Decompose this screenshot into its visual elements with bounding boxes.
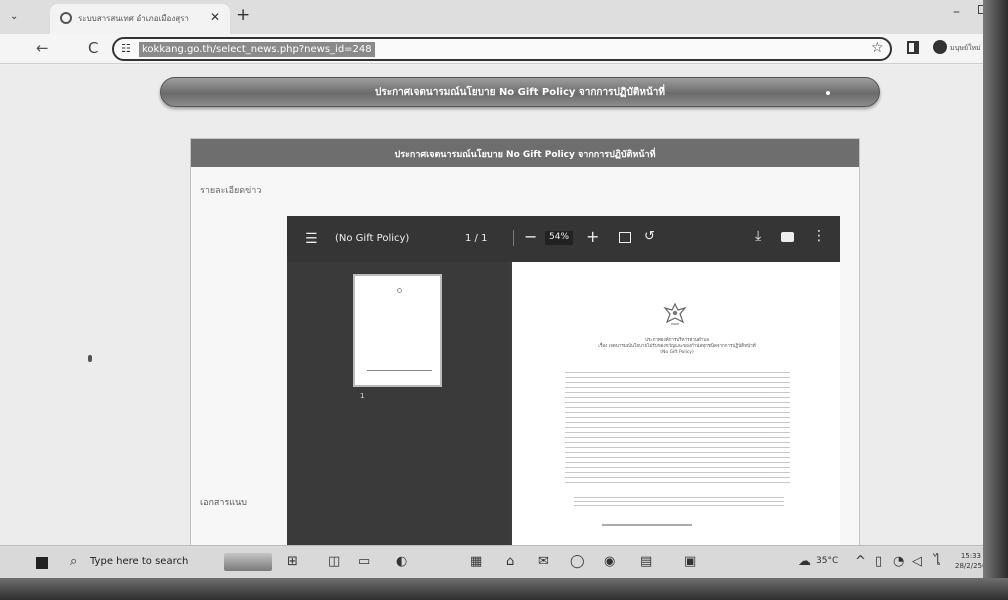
photos-icon[interactable]: ▤ [640,555,652,569]
address-bar[interactable]: ☷ kokkang.go.th/select_news.php?news_id=… [112,37,892,61]
opera-icon[interactable]: ◯ [570,555,585,569]
widgets-icon[interactable]: ◫ [328,555,340,569]
task-view-icon[interactable]: ⊞ [287,555,298,569]
page-viewport: ประกาศเจตนารมณ์นโยบาย No Gift Policy จาก… [0,65,983,549]
chrome-icon[interactable]: ◉ [604,555,615,569]
calculator-icon[interactable]: ▦ [470,555,482,569]
weather-widget[interactable] [224,553,272,571]
zoom-level-field[interactable]: 54% [545,231,574,245]
file-explorer-icon[interactable]: ▭ [358,555,370,569]
language-icon[interactable]: ไ [934,555,941,569]
weather-status-icon[interactable]: ☁ [798,555,811,569]
mail-icon[interactable]: ✉ [538,555,549,569]
toolbar-divider [513,230,514,246]
print-icon[interactable] [781,232,794,242]
url-text[interactable]: kokkang.go.th/select_news.php?news_id=24… [139,42,375,57]
browser-tab[interactable]: ระบบสารสนเทศ อำเภอเมืองสุรา ✕ [50,4,230,34]
zoom-out-button[interactable]: − [524,227,537,246]
site-info-icon[interactable]: ☷ [121,42,131,55]
page-thumbnail[interactable] [353,274,442,387]
content-title: ประกาศเจตนารมณ์นโยบาย No Gift Policy จาก… [394,150,656,160]
detail-label: รายละเอียดข่าว [200,186,262,196]
store-icon[interactable]: ⌂ [506,555,514,569]
pdf-viewer[interactable]: ☰ (No Gift Policy) 1 / 1 − 54% + ↺ ⤓ ⋮ 1… [287,216,840,549]
temperature-readout[interactable]: 35°C [816,556,838,566]
zoom-in-button[interactable]: + [586,227,599,246]
taskbar: ⌕ Type here to search ⊞ ◫ ▭ ◐ ▦ ⌂ ✉ ◯ ◉ … [0,545,983,578]
banner-dot [826,91,830,95]
clock-date: 28/2/2567 [955,562,983,570]
news-banner: ประกาศเจตนารมณ์นโยบาย No Gift Policy จาก… [160,77,880,107]
clock-time: 15:33 [960,552,981,560]
browser-toolbar: ← C ☷ kokkang.go.th/select_news.php?news… [0,34,983,64]
minimize-button[interactable]: – [953,4,960,20]
photo-edge-bottom [0,578,1008,600]
content-header: ประกาศเจตนารมณ์นโยบาย No Gift Policy จาก… [191,139,859,167]
battery-icon[interactable]: ▯ [875,555,882,569]
photo-edge-right [983,0,1008,600]
tab-search-chevron-icon[interactable]: ⌄ [10,11,22,23]
tab-close-button[interactable]: ✕ [210,10,220,24]
globe-icon [60,12,72,24]
news-content-panel: ประกาศเจตนารมณ์นโยบาย No Gift Policy จาก… [190,138,860,549]
camera-app-icon[interactable]: ▣ [684,555,696,569]
thumbnail-page-number: 1 [360,392,365,400]
banner-title: ประกาศเจตนารมณ์นโยบาย No Gift Policy จาก… [375,87,665,98]
more-options-icon[interactable]: ⋮ [812,228,826,244]
document-heading-line: (No Gift Policy) [660,350,694,355]
profile-label[interactable]: มนุษย์ใหม่ [950,43,981,54]
document-heading: ประกาศองค์การบริหารส่วนตำบล เรื่อง เจตนา… [552,338,802,356]
reload-button[interactable]: C [88,39,98,57]
back-button[interactable]: ← [36,39,49,57]
thumbnail-line [367,370,432,371]
new-tab-button[interactable]: + [236,5,250,25]
fit-to-page-icon[interactable] [619,232,631,243]
download-icon[interactable]: ⤓ [755,228,761,244]
rotate-icon[interactable]: ↺ [644,229,655,244]
pdf-thumbnail-sidebar: 1 [287,262,509,549]
scan-speck [88,355,92,362]
profile-avatar-icon[interactable] [933,40,947,54]
taskbar-search-input[interactable]: Type here to search [90,556,188,567]
pdf-page: ประกาศองค์การบริหารส่วนตำบล เรื่อง เจตนา… [512,262,840,549]
pdf-toolbar: ☰ (No Gift Policy) 1 / 1 − 54% + ↺ ⤓ ⋮ [287,216,840,262]
thumbnail-seal [397,288,402,293]
show-hidden-icons-icon[interactable]: ^ [855,555,866,569]
clock[interactable]: 15:33 28/2/2567 [955,551,983,571]
pdf-document-title: (No Gift Policy) [335,233,410,244]
tab-strip: ⌄ ระบบสารสนเทศ อำเภอเมืองสุรา ✕ + – [0,0,983,34]
document-closing-text [574,497,784,509]
side-panel-icon[interactable] [907,41,919,54]
menu-icon[interactable]: ☰ [305,231,318,247]
screen: ⌄ ระบบสารสนเทศ อำเภอเมืองสุรา ✕ + – ← C … [0,0,983,578]
edge-browser-icon[interactable]: ◐ [396,555,407,569]
windows-start-icon[interactable] [36,557,48,569]
search-icon[interactable]: ⌕ [70,554,77,569]
network-icon[interactable]: ◔ [893,555,904,569]
document-signature-line [602,524,692,526]
tab-title: ระบบสารสนเทศ อำเภอเมืองสุรา [78,14,189,23]
bookmark-star-icon[interactable]: ☆ [871,40,884,56]
document-body-text [565,372,790,484]
page-indicator[interactable]: 1 / 1 [465,233,487,244]
attachment-label: เอกสารแนบ [200,498,247,508]
garuda-seal-icon [663,302,687,325]
volume-icon[interactable]: ◁ [912,555,922,569]
